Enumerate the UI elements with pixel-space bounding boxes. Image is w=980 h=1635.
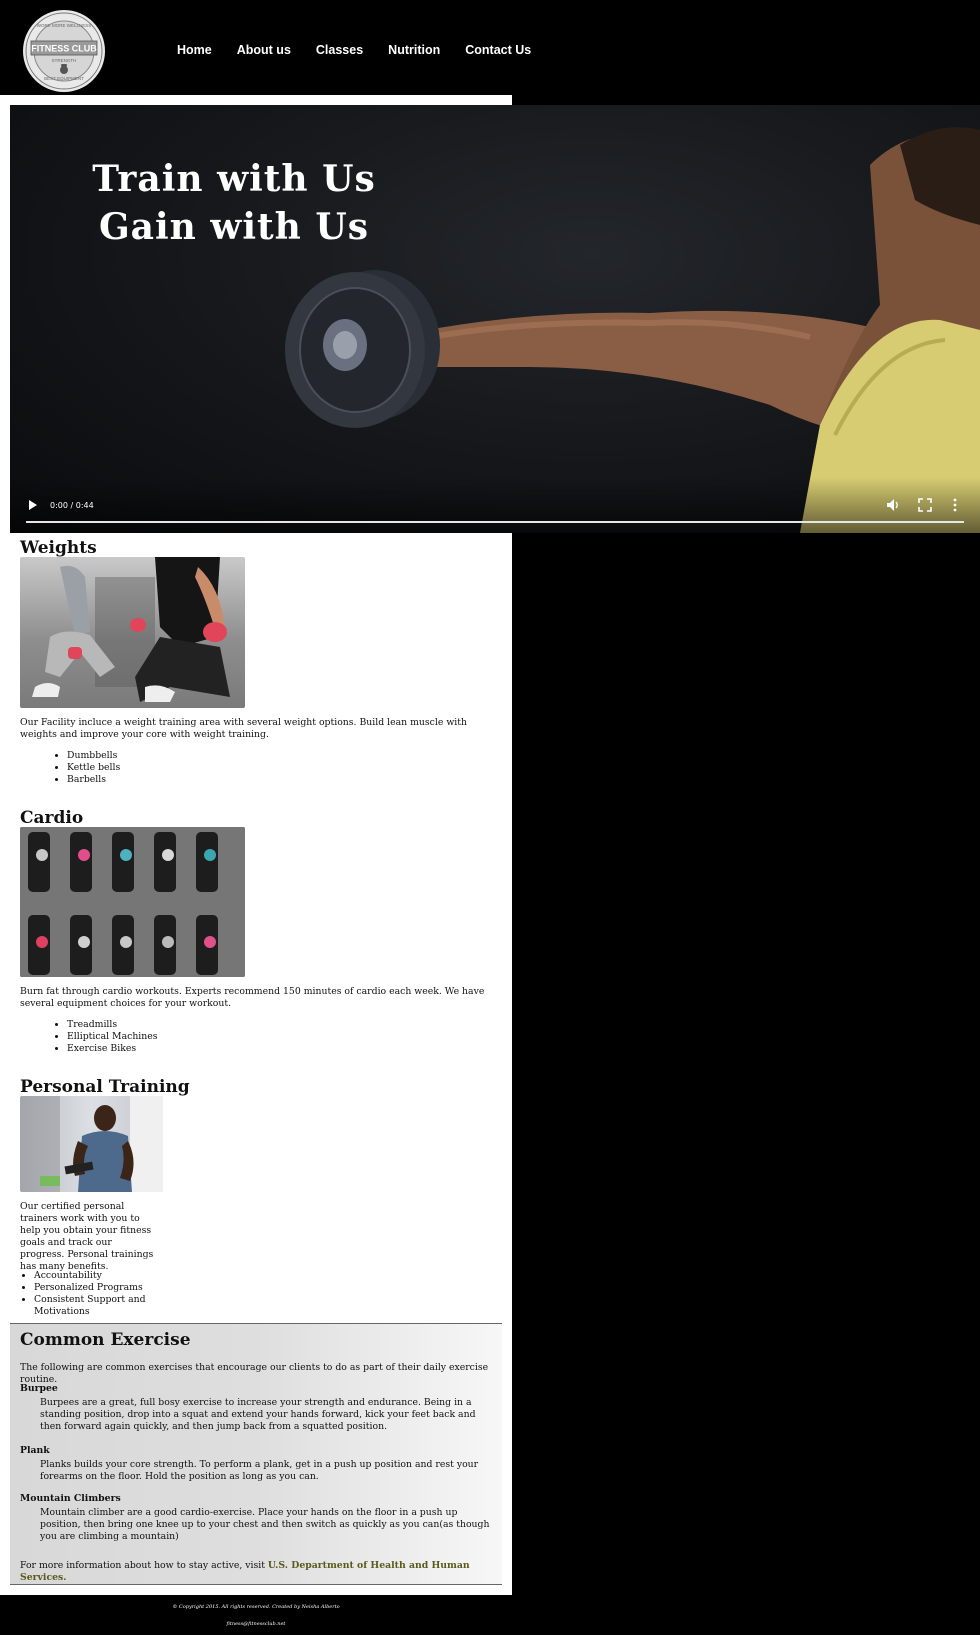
nav-home[interactable]: Home [177,43,212,57]
more-info: For more information about how to stay a… [20,1560,490,1584]
training-image [20,1096,163,1192]
training-description: Our certified personal trainers work wit… [20,1201,154,1272]
weights-list: Dumbbells Kettle bells Barbells [53,750,120,786]
weights-description: Our Facility incluce a weight training a… [20,717,467,740]
training-title: Personal Training [20,1077,190,1097]
weights-title: Weights [20,538,97,558]
logo-main-text: FITNESS CLUB [31,44,97,54]
exercise-name-plank: Plank [20,1445,50,1456]
site-header: FITNESS CLUB WORK MORE WELLNESS STRENGTH… [0,0,980,95]
cardio-title: Cardio [20,808,84,828]
video-time: 0:00 / 0:44 [50,501,94,510]
nav-contact-us[interactable]: Contact Us [465,43,531,57]
nav-about-us[interactable]: About us [237,43,291,57]
list-item: Treadmills [67,1019,158,1031]
more-vertical-icon[interactable] [952,498,958,512]
training-list: Accountability Personalized Programs Con… [20,1270,155,1318]
hero-headline-line2: Gain with Us [98,206,370,248]
logo-bottom-text: BEST EQUIPMENT [44,76,84,81]
list-item: Exercise Bikes [67,1043,158,1055]
footer-email-link[interactable]: fitness@fitnessclub.net [0,1621,512,1627]
list-item: Consistent Support and Motivations [34,1294,155,1318]
exercise-desc-burpee: Burpees are a great, full bosy exercise … [40,1397,476,1432]
more-info-text: For more information about how to stay a… [20,1560,268,1571]
list-item: Accountability [34,1270,155,1282]
hero-video[interactable]: Train with Us Gain with Us 0:00 / 0:44 [10,105,980,533]
exercise-desc-plank: Planks builds your core strength. To per… [40,1459,479,1482]
nav-nutrition[interactable]: Nutrition [388,43,440,57]
main-nav: Home About us Classes Nutrition Contact … [177,43,556,57]
play-icon[interactable] [28,499,38,511]
site-footer: © Copyright 2015. All rights reserved. C… [0,1595,512,1635]
cardio-description: Burn fat through cardio workouts. Expert… [20,986,485,1009]
trainer-illustration [20,1096,163,1192]
fitness-club-logo[interactable]: FITNESS CLUB WORK MORE WELLNESS STRENGTH… [21,8,107,94]
common-exercise-intro: The following are common exercises that … [20,1362,489,1385]
hero-headline: Train with Us Gain with Us [64,155,404,251]
cardio-list: Treadmills Elliptical Machines Exercise … [53,1019,158,1055]
logo-sub-text: STRENGTH [52,58,77,63]
list-item: Kettle bells [67,762,120,774]
list-item: Barbells [67,774,120,786]
hero-headline-line1: Train with Us [92,158,376,200]
list-item: Personalized Programs [34,1282,155,1294]
footer-copyright: © Copyright 2015. All rights reserved. C… [172,1604,340,1610]
cardio-image [20,827,245,977]
video-controls: 0:00 / 0:44 [10,477,980,533]
exercise-name-burpee: Burpee [20,1383,58,1394]
exercise-desc-mountain-climbers: Mountain climber are a good cardio-exerc… [40,1507,490,1542]
list-item: Elliptical Machines [67,1031,158,1043]
weights-image [20,557,245,708]
common-exercise-section: Common Exercise The following are common… [10,1323,502,1585]
exercise-name-mountain-climbers: Mountain Climbers [20,1493,121,1504]
weights-illustration [32,557,230,702]
logo-top-text: WORK MORE WELLNESS [37,23,92,28]
cardio-illustration [20,827,245,977]
nav-classes[interactable]: Classes [316,43,363,57]
fullscreen-icon[interactable] [918,498,932,512]
volume-icon[interactable] [886,498,900,512]
common-exercise-title: Common Exercise [20,1330,191,1350]
list-item: Dumbbells [67,750,120,762]
video-progress-bar[interactable] [26,521,964,523]
